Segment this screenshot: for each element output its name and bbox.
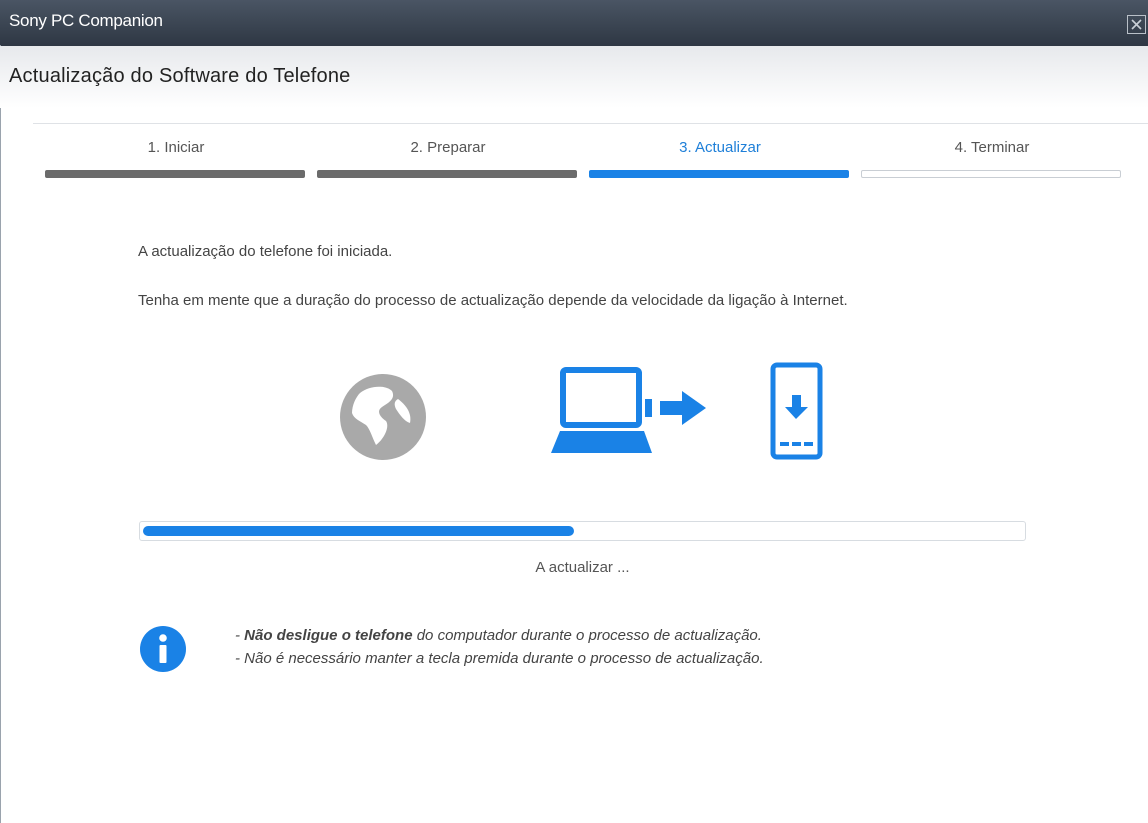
- laptop-icon: [551, 367, 652, 453]
- phone-download-icon: [770, 362, 823, 460]
- page-title: Actualização do Software do Telefone: [9, 65, 351, 87]
- app-window: Sony PC Companion Actualização do Softwa…: [0, 0, 1148, 823]
- app-title: Sony PC Companion: [9, 11, 163, 30]
- update-illustration: [340, 362, 823, 460]
- progress-fill: [143, 526, 574, 536]
- globe-icon: [340, 374, 426, 460]
- update-progress-bar: [139, 521, 1026, 541]
- step-label: 2. Preparar: [410, 139, 486, 156]
- info-note-emphasis: Não desligue o telefone: [244, 627, 413, 644]
- info-note-rest: do computador durante o processo de actu…: [412, 627, 762, 644]
- close-button[interactable]: [1127, 15, 1146, 34]
- info-note-disconnect: - Não desligue o telefone do computador …: [235, 627, 762, 644]
- info-note-key: - Não é necessário manter a tecla premid…: [235, 650, 764, 667]
- steps-divider: [33, 123, 1148, 124]
- title-bar[interactable]: Sony PC Companion: [0, 0, 1148, 46]
- update-started-text: A actualização do telefone foi iniciada.: [138, 243, 393, 260]
- step-bar: [589, 170, 849, 178]
- info-note-prefix: -: [235, 627, 245, 644]
- page-header: Actualização do Software do Telefone: [0, 46, 1148, 108]
- step-bar: [45, 170, 305, 178]
- arrow-right-icon: [660, 391, 706, 425]
- close-icon: [1131, 19, 1142, 30]
- progress-status-text: A actualizar ...: [535, 559, 630, 576]
- step-bar: [317, 170, 577, 178]
- step-label: 4. Terminar: [954, 139, 1030, 156]
- step-label: 3. Actualizar: [679, 139, 761, 156]
- step-label: 1. Iniciar: [147, 139, 205, 156]
- step-bar: [861, 170, 1121, 178]
- window-border: [0, 45, 1, 823]
- info-icon: [140, 626, 186, 672]
- duration-note-text: Tenha em mente que a duração do processo…: [138, 292, 848, 309]
